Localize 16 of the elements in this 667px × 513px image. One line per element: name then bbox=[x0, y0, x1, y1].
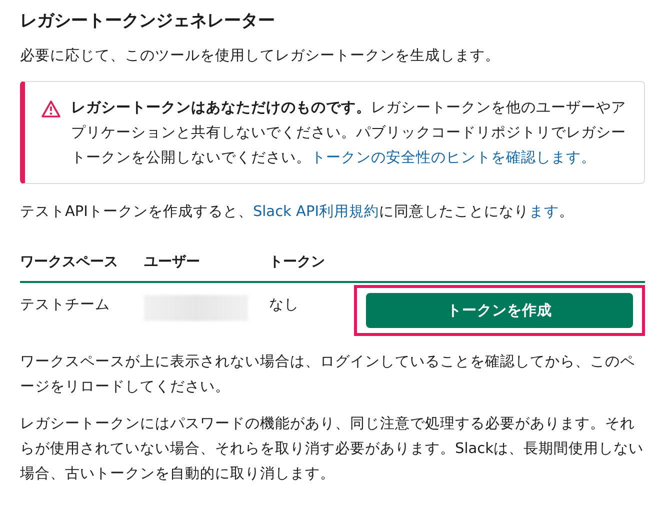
safety-tips-link[interactable]: トークンの安全性のヒントを確認します。 bbox=[311, 150, 596, 166]
note-text: レガシートークンにはパスワードの機能があり、同じ注意で処理する必要があります。それらが使用されていない場合、それらを取り消す必要があります。Slackは、長期間使用しない場合、古いトークンを自動的に取り消します。 bbox=[20, 415, 644, 484]
token-status: なし bbox=[269, 296, 299, 314]
terms-link[interactable]: Slack API利用規約 bbox=[252, 204, 379, 220]
note-text: ワークスペースが上に表示されない場合は、ログインしていることを確認してから、このページをリロードしてください。 bbox=[20, 353, 636, 397]
workspace-name: テストチーム bbox=[20, 296, 110, 314]
column-header: ワークスペース bbox=[20, 243, 144, 283]
terms-text: テストAPIトークンを作成すると、Slack API利用規約 に同意したことになり ます。 bbox=[20, 203, 575, 222]
create-token-button[interactable]: トークンを作成 bbox=[366, 293, 633, 328]
column-header: ユーザー bbox=[144, 243, 269, 283]
warning-text: レガシートークンはあなただけのものです。レガシートークンを他のユーザーやアプリケーションと共有しないでください。パブリックコードリポジトリでレガシートークンを公開しないでください。トークンの安全性のヒントを確認します。 bbox=[71, 99, 626, 168]
column-header: トークン bbox=[269, 243, 354, 283]
page-title: レガシートークンジェネレーター bbox=[20, 10, 276, 33]
description: 必要に応じて、このツールを使用してレガシートークンを生成します。 bbox=[20, 46, 501, 66]
warning-icon bbox=[41, 100, 61, 118]
terms-link[interactable]: ます bbox=[529, 204, 559, 220]
